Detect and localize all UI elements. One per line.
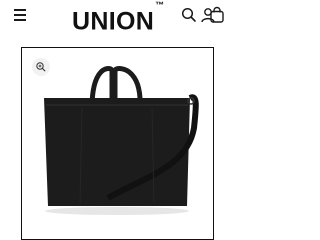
zoom-in-icon [36,62,46,72]
trademark-symbol: ™ [155,0,165,10]
cart-button[interactable] [208,6,226,24]
shopping-bag-icon [210,6,224,23]
product-image-frame[interactable] [21,47,214,240]
bag-shadow [45,207,189,215]
site-header: UNION™ [0,0,240,36]
hamburger-line [14,14,26,16]
search-button[interactable] [180,6,198,24]
menu-button[interactable] [12,6,32,24]
hamburger-line [14,19,26,21]
product-image[interactable] [22,48,212,238]
search-icon [181,7,196,22]
brand-name: UNION [72,7,155,36]
hamburger-menu-icon [14,9,26,11]
zoom-button[interactable] [32,58,50,76]
brand-logo[interactable]: UNION™ [72,0,165,36]
